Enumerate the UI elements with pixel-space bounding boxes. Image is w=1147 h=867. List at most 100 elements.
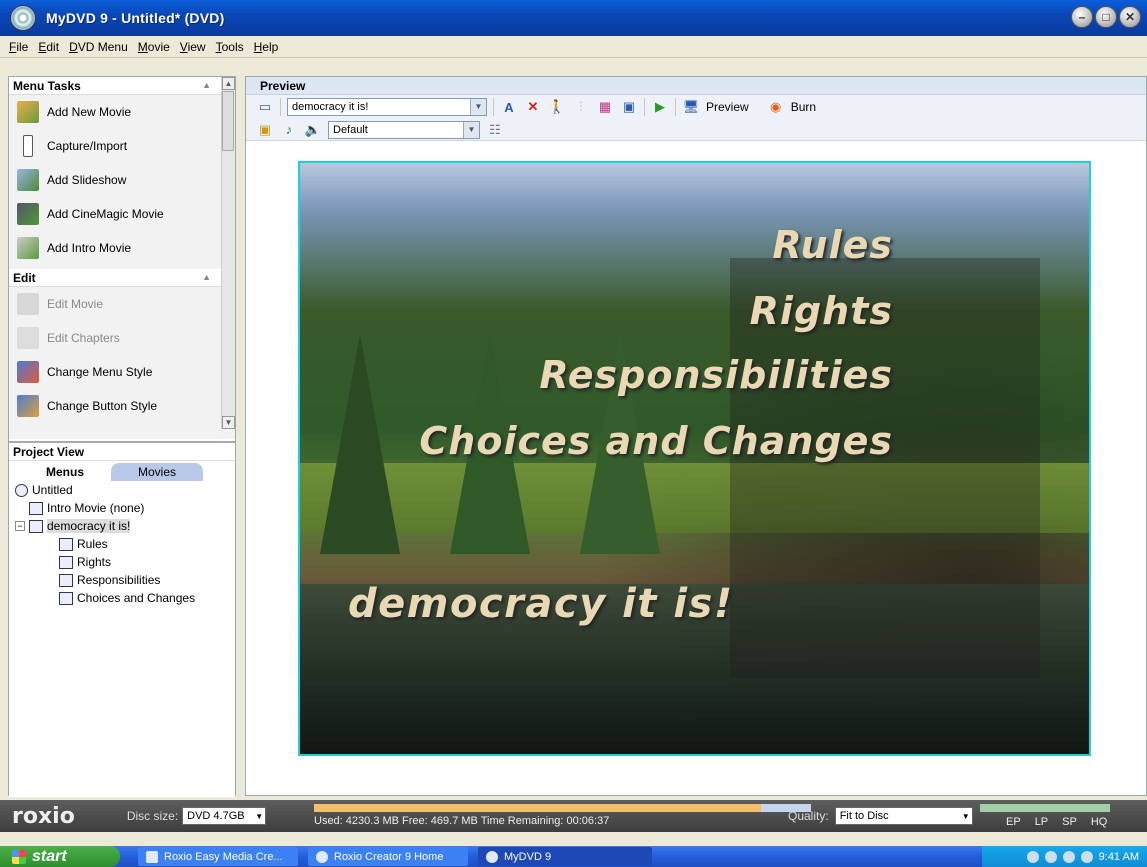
- quality-select[interactable]: Fit to Disc ▼: [834, 807, 973, 825]
- minimize-button[interactable]: –: [1071, 6, 1093, 28]
- background-icon[interactable]: ▣: [256, 121, 274, 139]
- add-intro-movie-task[interactable]: Add Intro Movie: [9, 231, 235, 265]
- tree-item-choices[interactable]: Choices and Changes: [15, 589, 235, 607]
- burn-button[interactable]: Burn: [791, 100, 816, 114]
- volume-icon[interactable]: 🔈: [304, 121, 322, 139]
- tray-security-icon[interactable]: [1080, 850, 1093, 863]
- quality-sp: SP: [1062, 816, 1077, 828]
- menu-preview-canvas[interactable]: Rules Rights Responsibilities Choices an…: [298, 161, 1091, 756]
- tree-label: Rights: [77, 555, 112, 569]
- animate-icon[interactable]: 🚶: [548, 98, 566, 116]
- menu-view-icon[interactable]: ▭: [256, 98, 274, 116]
- tree-item-untitled[interactable]: Untitled: [15, 481, 235, 499]
- music-icon[interactable]: ♪: [280, 121, 298, 139]
- scroll-down-arrow-icon[interactable]: ▼: [222, 416, 235, 429]
- menu-edit[interactable]: Edit: [33, 40, 64, 54]
- tab-menus[interactable]: Menus: [19, 463, 111, 481]
- tree-label: Rules: [77, 537, 108, 551]
- grid-icon[interactable]: ▦: [596, 98, 614, 116]
- task-label: Add Slideshow: [47, 173, 127, 187]
- menu-tasks-title[interactable]: Menu Tasks ▲: [9, 77, 235, 95]
- maximize-button[interactable]: □: [1095, 6, 1117, 28]
- project-view-tabs: Menus Movies: [9, 463, 235, 481]
- dropdown-arrow-icon[interactable]: ▼: [470, 99, 486, 115]
- menu-movie[interactable]: Movie: [133, 40, 175, 54]
- play-icon[interactable]: ▶: [651, 98, 669, 116]
- menu-dvd-menu[interactable]: DVD Menu: [64, 40, 133, 54]
- scroll-up-arrow-icon[interactable]: ▲: [222, 77, 235, 90]
- collapse-toggle-icon[interactable]: −: [15, 521, 25, 531]
- task-label: Edit Chapters: [47, 331, 120, 345]
- usage-fill: [314, 804, 762, 812]
- tree-label: Untitled: [32, 483, 73, 497]
- menu-help[interactable]: Help: [249, 40, 284, 54]
- menu-select[interactable]: democracy it is! ▼: [287, 98, 487, 116]
- collapse-icon[interactable]: ▲: [202, 272, 211, 282]
- tree-label: Intro Movie (none): [47, 501, 145, 515]
- movie-icon: [29, 501, 43, 515]
- slideshow-icon: [17, 169, 39, 191]
- delete-icon[interactable]: ✕: [524, 98, 542, 116]
- preview-icon[interactable]: 🖥: [682, 98, 700, 116]
- change-button-style-task[interactable]: Change Button Style: [9, 389, 235, 423]
- add-slideshow-task[interactable]: Add Slideshow: [9, 163, 235, 197]
- tree-item-intro-movie[interactable]: Intro Movie (none): [15, 499, 235, 517]
- menu-button-rules[interactable]: Rules: [772, 223, 893, 267]
- safe-area-icon[interactable]: ▣: [620, 98, 638, 116]
- add-cinemagic-task[interactable]: Add CineMagic Movie: [9, 197, 235, 231]
- roxio-logo: roxio: [12, 803, 75, 829]
- edit-chapters-task[interactable]: Edit Chapters: [9, 321, 235, 355]
- edit-movie-task[interactable]: Edit Movie: [9, 287, 235, 321]
- change-menu-style-task[interactable]: Change Menu Style: [9, 355, 235, 389]
- menu-button-choices[interactable]: Choices and Changes: [419, 419, 893, 463]
- edit-tasks-title[interactable]: Edit ▲: [9, 269, 235, 287]
- scroll-thumb[interactable]: [222, 91, 234, 151]
- collapse-icon[interactable]: ▲: [202, 80, 211, 90]
- edit-movie-icon: [17, 293, 39, 315]
- menu-button-responsibilities[interactable]: Responsibilities: [539, 353, 893, 397]
- tray-network-icon[interactable]: [1044, 850, 1057, 863]
- tab-movies[interactable]: Movies: [111, 463, 203, 481]
- window-title: MyDVD 9 - Untitled* (DVD): [46, 10, 225, 26]
- style-select[interactable]: Default ▼: [328, 120, 480, 139]
- menu-view[interactable]: View: [175, 40, 211, 54]
- taskbar-item-mydvd[interactable]: MyDVD 9: [478, 847, 652, 866]
- properties-icon[interactable]: ☷: [486, 121, 504, 139]
- menu-style-icon: [17, 361, 39, 383]
- burn-icon[interactable]: ◉: [767, 98, 785, 116]
- mydvd-app-icon[interactable]: [10, 5, 36, 31]
- close-button[interactable]: ✕: [1119, 6, 1141, 28]
- taskbar-item-creator[interactable]: Roxio Creator 9 Home: [308, 847, 468, 866]
- tasks-scrollbar[interactable]: ▲ ▼: [221, 77, 235, 429]
- disc-status-bar: roxio Disc size: DVD 4.7GB ▼ Used: 4230.…: [0, 800, 1147, 832]
- tree-item-responsibilities[interactable]: Responsibilities: [15, 571, 235, 589]
- disc-size-label: Disc size:: [126, 809, 179, 823]
- capture-import-task[interactable]: Capture/Import: [9, 129, 235, 163]
- add-new-movie-task[interactable]: Add New Movie: [9, 95, 235, 129]
- taskbar-item-label: MyDVD 9: [504, 850, 552, 863]
- menu-button-rights[interactable]: Rights: [750, 289, 893, 333]
- disc-size-select[interactable]: DVD 4.7GB ▼: [182, 807, 267, 825]
- menu-title-text[interactable]: democracy it is!: [348, 581, 734, 627]
- tray-volume-icon[interactable]: [1062, 850, 1075, 863]
- add-text-icon[interactable]: A: [500, 98, 518, 116]
- taskbar-item-easy-media[interactable]: Roxio Easy Media Cre...: [138, 847, 298, 866]
- menu-tools[interactable]: Tools: [211, 40, 249, 54]
- task-label: Capture/Import: [47, 139, 128, 153]
- disc-size-value: DVD 4.7GB: [187, 810, 245, 822]
- tree-item-rights[interactable]: Rights: [15, 553, 235, 571]
- align-icon[interactable]: ⫶: [572, 98, 590, 116]
- tree-item-rules[interactable]: Rules: [15, 535, 235, 553]
- preview-button[interactable]: Preview: [706, 100, 749, 114]
- toolbar-separator: [280, 98, 281, 116]
- dropdown-arrow-icon[interactable]: ▼: [255, 812, 263, 821]
- dropdown-arrow-icon[interactable]: ▼: [463, 121, 479, 138]
- start-button[interactable]: start: [0, 846, 120, 867]
- dropdown-arrow-icon[interactable]: ▼: [962, 812, 970, 821]
- tray-arrow-icon[interactable]: [1026, 850, 1039, 863]
- disc-usage-meter: Used: 4230.3 MB Free: 469.7 MB Time Rema…: [314, 804, 811, 828]
- quality-bar: [980, 804, 1110, 812]
- tree-item-democracy[interactable]: − democracy it is!: [15, 517, 235, 535]
- window-titlebar[interactable]: MyDVD 9 - Untitled* (DVD) – □ ✕: [0, 0, 1147, 36]
- menu-file[interactable]: File: [4, 40, 33, 54]
